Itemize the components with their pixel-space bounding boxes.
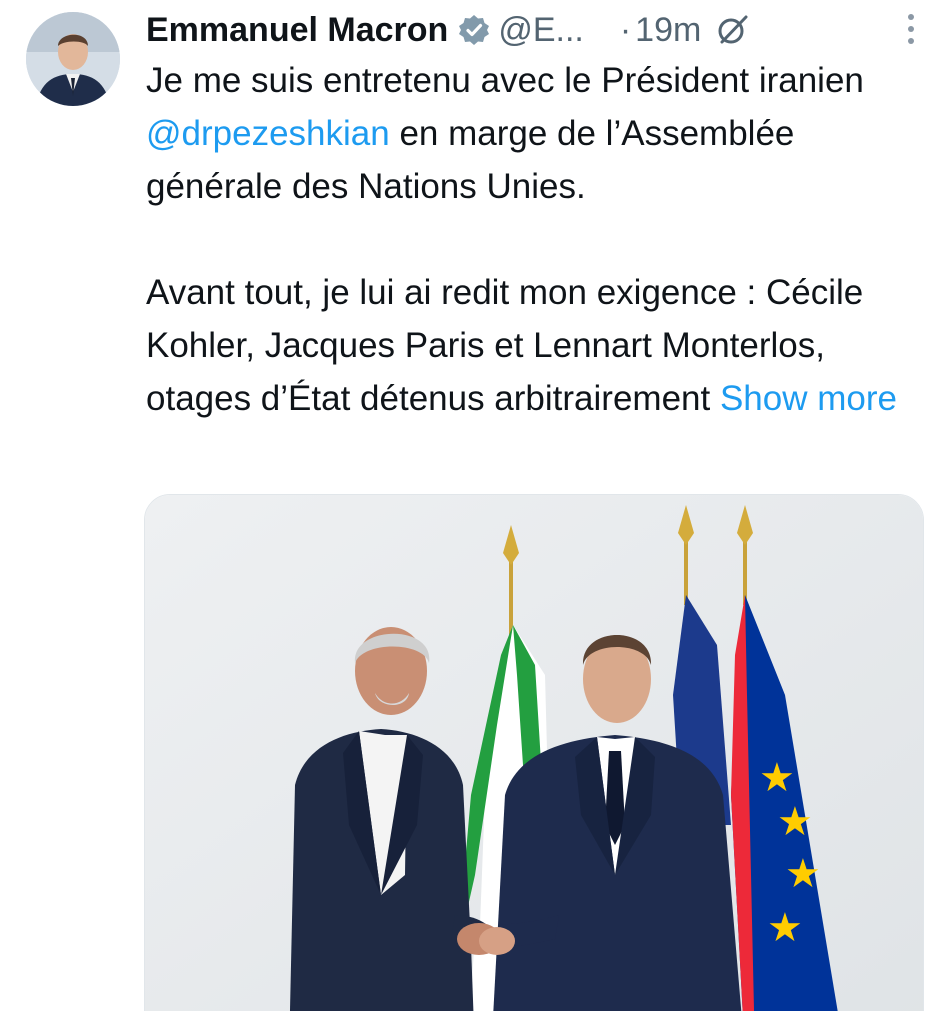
grok-icon[interactable]	[717, 14, 749, 46]
avatar-image	[26, 12, 120, 106]
svg-text:★: ★	[767, 905, 803, 951]
tweet-header: Emmanuel Macron @E... · 19m	[146, 6, 930, 54]
svg-text:★: ★	[759, 755, 795, 801]
verified-badge-icon	[458, 14, 490, 46]
tweet-photo[interactable]: ★ ★ ★ ★	[144, 494, 924, 1011]
tweet-paragraph-2: Avant tout, je lui ai redit mon exigence…	[146, 266, 926, 425]
author-name[interactable]: Emmanuel Macron	[146, 11, 448, 50]
tweet-paragraph-1: Je me suis entretenu avec le Président i…	[146, 54, 926, 213]
author-handle[interactable]: @E...	[498, 11, 584, 50]
tweet-timestamp[interactable]: 19m	[635, 11, 701, 50]
more-options-icon[interactable]	[908, 14, 916, 44]
tweet-text-part: Je me suis entretenu avec le Président i…	[146, 61, 864, 100]
show-more-link[interactable]: Show more	[720, 379, 897, 418]
tweet-text: Je me suis entretenu avec le Président i…	[146, 54, 926, 425]
svg-text:★: ★	[785, 851, 821, 897]
avatar[interactable]	[26, 12, 120, 106]
tweet[interactable]: Emmanuel Macron @E... · 19m Je me suis e…	[0, 0, 950, 1011]
svg-text:★: ★	[777, 799, 813, 845]
header-separator: ·	[619, 10, 632, 49]
photo-handshake: ★ ★ ★ ★	[145, 495, 923, 1011]
mention-link[interactable]: @drpezeshkian	[146, 114, 390, 153]
